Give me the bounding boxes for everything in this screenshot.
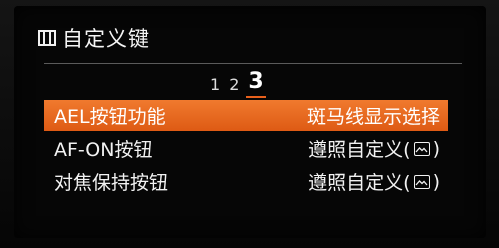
menu-item-label: AEL按钮功能 (54, 106, 166, 128)
menu-item-focus-hold-button[interactable]: 对焦保持按钮 遵照自定义( ) (44, 166, 448, 197)
menu-item-value-suffix: ) (432, 170, 440, 193)
menu-list: AEL按钮功能 斑马线显示选择 AF-ON按钮 遵照自定义( ) 对焦保持按钮 … (44, 100, 448, 199)
image-icon (413, 141, 430, 156)
page-title: 自定义键 (62, 27, 150, 51)
image-icon (413, 174, 430, 189)
menu-item-value-text: 遵照自定义( (308, 172, 411, 194)
menu-item-value-text: 遵照自定义( (308, 139, 411, 161)
menu-header: 自定义键 (38, 22, 150, 54)
menu-item-value: 斑马线显示选择 (307, 102, 440, 129)
custom-key-menu-icon (38, 30, 56, 46)
menu-item-value-suffix: ) (432, 137, 440, 160)
menu-item-af-on-button[interactable]: AF-ON按钮 遵照自定义( ) (44, 133, 448, 164)
menu-item-value: 遵照自定义( ) (308, 168, 440, 195)
page-indicator: 1 2 3 (210, 68, 267, 98)
menu-item-label: AF-ON按钮 (54, 139, 153, 161)
header-divider (44, 63, 462, 64)
page-3-current[interactable]: 3 (246, 69, 267, 98)
menu-item-value: 遵照自定义( ) (308, 135, 440, 162)
page-1[interactable]: 1 (210, 75, 220, 94)
page-2[interactable]: 2 (229, 75, 239, 94)
menu-item-value-text: 斑马线显示选择 (306, 106, 440, 128)
menu-item-ael-button-function[interactable]: AEL按钮功能 斑马线显示选择 (44, 100, 448, 131)
menu-item-label: 对焦保持按钮 (54, 172, 169, 194)
